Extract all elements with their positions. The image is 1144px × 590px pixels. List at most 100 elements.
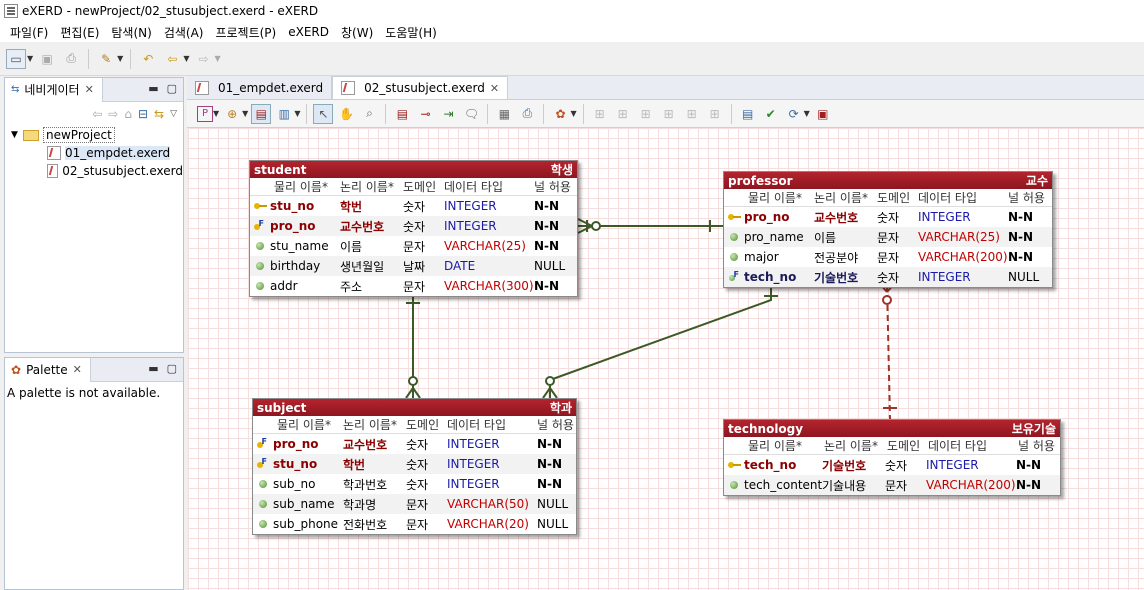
attribute-row[interactable]: pro_no 교수번호 숫자 INTEGER N-N [724, 207, 1052, 227]
nav-home-icon[interactable]: ⌂ [124, 107, 132, 121]
entity-header[interactable]: professor 교수 [724, 172, 1052, 189]
save-icon[interactable]: ▣ [37, 49, 57, 69]
attribute-row[interactable]: Fpro_no 교수번호 숫자 INTEGER N-N [250, 216, 577, 236]
attribute-row[interactable]: Fpro_no 교수번호 숫자 INTEGER N-N [253, 434, 576, 454]
attribute-row[interactable]: addr 주소 문자 VARCHAR(300) N-N [250, 276, 577, 296]
navigator-tab[interactable]: ⇆ 네비게이터 ✕ [5, 77, 103, 102]
domain: 숫자 [406, 437, 429, 452]
forward-dropdown-icon[interactable]: ▼ [214, 54, 220, 63]
back-icon[interactable]: ⇦ [162, 49, 182, 69]
color-palette-icon[interactable]: ✿ [550, 104, 570, 124]
attribute-row[interactable]: sub_phone 전화번호 문자 VARCHAR(20) NULL [253, 514, 576, 534]
view-menu-icon[interactable]: ▽ [170, 109, 177, 119]
hand-icon[interactable]: ✋ [336, 104, 356, 124]
align-left-icon[interactable]: ⊞ [590, 104, 610, 124]
attribute-row[interactable]: birthday 생년월일 날짜 DATE NULL [250, 256, 577, 276]
help-doc-icon[interactable]: ▣ [813, 104, 833, 124]
non-identifying-relation-icon[interactable]: ⇥ [438, 104, 458, 124]
sync-icon[interactable]: ⟳ [784, 104, 804, 124]
select-pointer-icon[interactable]: ↖ [313, 103, 334, 124]
print-icon[interactable]: ⎙ [61, 49, 81, 69]
entity-subject[interactable]: subject 학과 물리 이름* 논리 이름* 도메인 데이터 타입 널 허용 … [252, 398, 577, 535]
attribute-icon [730, 253, 738, 261]
attribute-row[interactable]: stu_name 이름 문자 VARCHAR(25) N-N [250, 236, 577, 256]
editor-tab-stusubject[interactable]: 02_stusubject.exerd ✕ [332, 76, 509, 99]
minimize-icon[interactable]: ▬ [148, 362, 158, 375]
link-editor-icon[interactable]: ⇆ [154, 107, 164, 121]
brush-dropdown-icon[interactable]: ▼ [117, 54, 123, 63]
align-bottom-icon[interactable]: ⊞ [705, 104, 725, 124]
print-icon[interactable]: ⎙ [517, 104, 537, 124]
maximize-icon[interactable]: ▢ [167, 82, 177, 95]
attribute-row[interactable]: Ftech_no 기술번호 숫자 INTEGER NULL [724, 267, 1052, 287]
align-top-icon[interactable]: ⊞ [659, 104, 679, 124]
attribute-row[interactable]: stu_no 학번 숫자 INTEGER N-N [250, 196, 577, 216]
sync-dropdown-icon[interactable]: ▼ [804, 109, 810, 118]
back-dropdown-icon[interactable]: ▼ [183, 54, 189, 63]
table-view-icon[interactable]: ▤ [251, 103, 272, 124]
page-dropdown-icon[interactable]: ▼ [213, 109, 219, 118]
notes-dropdown-icon[interactable]: ▼ [294, 109, 300, 118]
col-header-physical: 물리 이름* [274, 180, 328, 194]
menu-exerd[interactable]: eXERD [282, 25, 335, 39]
new-dropdown-icon[interactable]: ▼ [27, 54, 33, 63]
tree-file[interactable]: 01_empdet.exerd [11, 144, 183, 162]
memo-icon[interactable]: 🗨 [461, 104, 481, 124]
close-icon[interactable]: ✕ [490, 82, 499, 95]
tree-file[interactable]: 02_stusubject.exerd [11, 162, 183, 180]
entity-tool-icon[interactable]: ▤ [392, 104, 412, 124]
editor-tab-empdet[interactable]: 01_empdet.exerd [187, 76, 333, 99]
new-file-icon[interactable]: ▭ [6, 48, 26, 69]
zoom-icon[interactable]: ⌕ [359, 104, 379, 124]
menu-file[interactable]: 파일(F) [4, 24, 54, 41]
entity-header[interactable]: technology 보유기술 [724, 420, 1060, 437]
close-icon[interactable]: ✕ [85, 83, 94, 96]
menu-search[interactable]: 검색(A) [158, 24, 210, 41]
align-center-icon[interactable]: ⊞ [613, 104, 633, 124]
entity-technology[interactable]: technology 보유기술 물리 이름* 논리 이름* 도메인 데이터 타입 … [723, 419, 1061, 496]
align-right-icon[interactable]: ⊞ [636, 104, 656, 124]
menu-window[interactable]: 창(W) [335, 24, 379, 41]
close-icon[interactable]: ✕ [73, 363, 82, 376]
brush-icon[interactable]: ✎ [96, 49, 116, 69]
physical-name: tech_content [744, 478, 823, 492]
menu-project[interactable]: 프로젝트(P) [209, 24, 282, 41]
palette-tab[interactable]: ✿ Palette ✕ [5, 357, 91, 382]
tree-project[interactable]: ▼ newProject [11, 126, 183, 144]
color-dropdown-icon[interactable]: ▼ [570, 109, 576, 118]
identifying-relation-icon[interactable]: ⊸ [415, 104, 435, 124]
logical-name: 교수번호 [814, 210, 859, 225]
attribute-row[interactable]: sub_name 학과명 문자 VARCHAR(50) NULL [253, 494, 576, 514]
attribute-row[interactable]: major 전공분야 문자 VARCHAR(200) N-N [724, 247, 1052, 267]
find-dropdown-icon[interactable]: ▼ [242, 109, 248, 118]
entity-student[interactable]: student 학생 물리 이름* 논리 이름* 도메인 데이터 타입 널 허용 … [249, 160, 578, 297]
attribute-row[interactable]: pro_name 이름 문자 VARCHAR(25) N-N [724, 227, 1052, 247]
entity-header[interactable]: subject 학과 [253, 399, 576, 416]
collapse-all-icon[interactable]: ⊟ [138, 107, 148, 121]
data-type: VARCHAR(20) [447, 517, 529, 531]
maximize-icon[interactable]: ▢ [167, 362, 177, 375]
menu-navigate[interactable]: 탐색(N) [105, 24, 157, 41]
attribute-row[interactable]: sub_no 학과번호 숫자 INTEGER N-N [253, 474, 576, 494]
notes-icon[interactable]: ▥ [274, 104, 294, 124]
align-middle-icon[interactable]: ⊞ [682, 104, 702, 124]
attribute-row[interactable]: tech_no 기술번호 숫자 INTEGER N-N [724, 455, 1060, 475]
minimize-icon[interactable]: ▬ [148, 82, 158, 95]
domain: 문자 [406, 517, 429, 532]
last-edit-icon[interactable]: ↶ [138, 49, 158, 69]
entity-professor[interactable]: professor 교수 물리 이름* 논리 이름* 도메인 데이터 타입 널 허… [723, 171, 1053, 288]
forward-icon[interactable]: ⇨ [193, 49, 213, 69]
entity-header[interactable]: student 학생 [250, 161, 577, 178]
attribute-row[interactable]: Fstu_no 학번 숫자 INTEGER N-N [253, 454, 576, 474]
menu-help[interactable]: 도움말(H) [379, 24, 443, 41]
find-icon[interactable]: ⊕ [222, 104, 242, 124]
attribute-row[interactable]: tech_content 기술내용 문자 VARCHAR(200) N-N [724, 475, 1060, 495]
page-icon[interactable]: P [197, 105, 213, 122]
document-icon[interactable]: ▤ [738, 104, 758, 124]
nav-back-icon[interactable]: ⇦ [92, 107, 102, 121]
export-icon[interactable]: ▦ [494, 104, 514, 124]
expand-arrow-icon[interactable]: ▼ [11, 130, 23, 140]
menu-edit[interactable]: 편집(E) [54, 24, 105, 41]
validate-icon[interactable]: ✔ [761, 104, 781, 124]
nav-forward-icon[interactable]: ⇨ [108, 107, 118, 121]
